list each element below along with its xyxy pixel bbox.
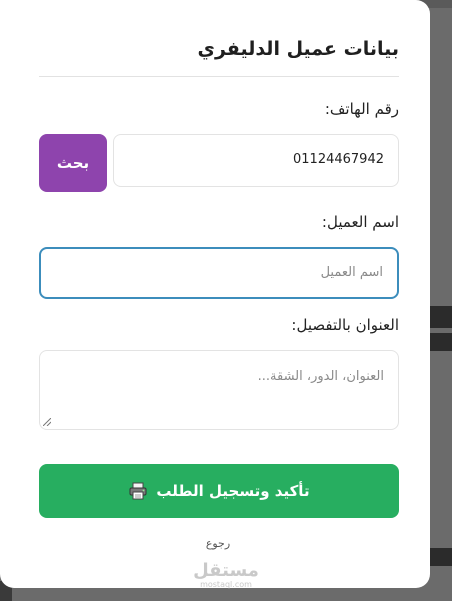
back-link[interactable]: رجوع — [0, 537, 436, 550]
printer-icon — [129, 482, 147, 500]
address-textarea[interactable]: العنوان، الدور، الشقة... — [39, 350, 399, 430]
delivery-customer-modal: بيانات عميل الدليفري رقم الهاتف: 0112446… — [0, 0, 430, 588]
resize-grip-icon[interactable] — [43, 418, 51, 426]
phone-value: 01124467942 — [293, 152, 384, 167]
customer-name-label: اسم العميل: — [321, 213, 399, 231]
watermark-arabic: مستقل — [193, 560, 259, 581]
confirm-order-label: تأكيد وتسجيل الطلب — [156, 482, 310, 500]
phone-label: رقم الهاتف: — [324, 100, 399, 118]
phone-input[interactable]: 01124467942 — [113, 134, 399, 187]
search-button[interactable]: بحث — [39, 134, 107, 192]
address-placeholder: العنوان، الدور، الشقة... — [257, 369, 384, 384]
title-divider — [39, 76, 399, 77]
modal-title: بيانات عميل الدليفري — [197, 38, 399, 60]
address-label: العنوان بالتفصيل: — [291, 316, 399, 334]
customer-name-placeholder: اسم العميل — [320, 265, 383, 280]
watermark-latin: mostaql.com — [200, 580, 252, 589]
customer-name-input[interactable]: اسم العميل — [39, 247, 399, 299]
mostaql-watermark: مستقل mostaql.com — [0, 562, 452, 590]
confirm-order-button[interactable]: تأكيد وتسجيل الطلب — [39, 464, 399, 518]
